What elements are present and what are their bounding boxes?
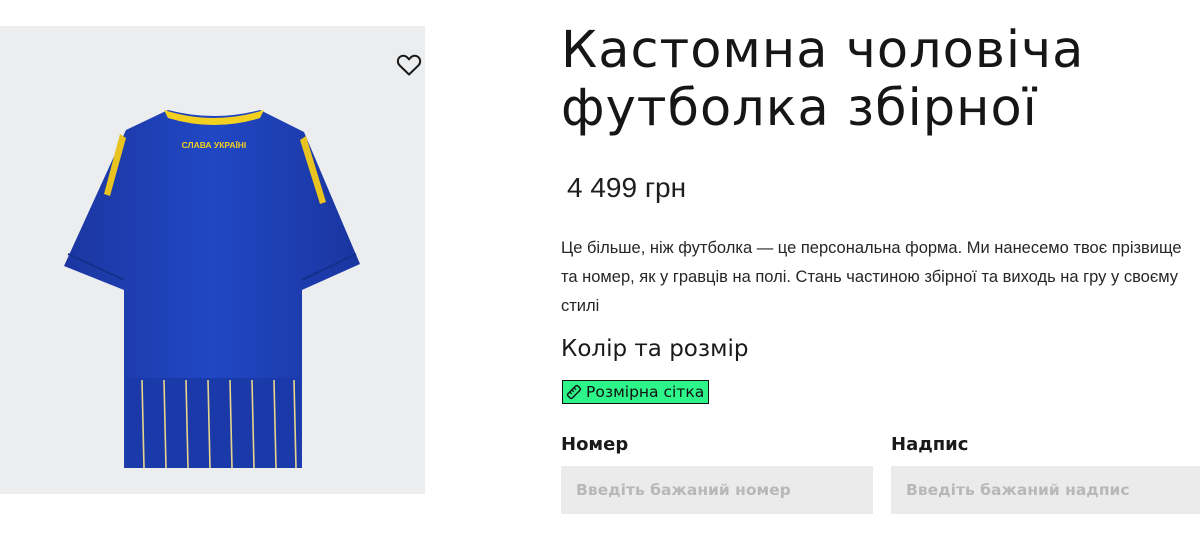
heart-outline-icon <box>396 54 422 76</box>
product-title: Кастомна чоловіча футболка збірної <box>561 22 1181 138</box>
product-title-line2: футболка збірної <box>561 79 1038 138</box>
number-label: Номер <box>561 434 629 455</box>
favorite-button[interactable] <box>395 52 423 78</box>
product-price: 4 499 грн <box>567 172 687 203</box>
size-chart-label: Розмірна сітка <box>586 383 705 401</box>
jersey-image: СЛАВА УКРАЇНІ <box>64 110 360 469</box>
number-input[interactable] <box>561 466 873 514</box>
text-label: Надпис <box>891 434 969 455</box>
color-size-heading: Колір та розмір <box>561 336 749 362</box>
product-image-panel[interactable]: СЛАВА УКРАЇНІ <box>0 26 425 494</box>
text-input[interactable] <box>891 466 1200 514</box>
product-description: Це більше, ніж футболка — це персональна… <box>561 239 1182 315</box>
ruler-icon <box>566 384 582 400</box>
product-title-line1: Кастомна чоловіча <box>561 21 1085 80</box>
size-chart-link[interactable]: Розмірна сітка <box>562 380 710 404</box>
jersey-print-text: СЛАВА УКРАЇНІ <box>182 140 247 150</box>
